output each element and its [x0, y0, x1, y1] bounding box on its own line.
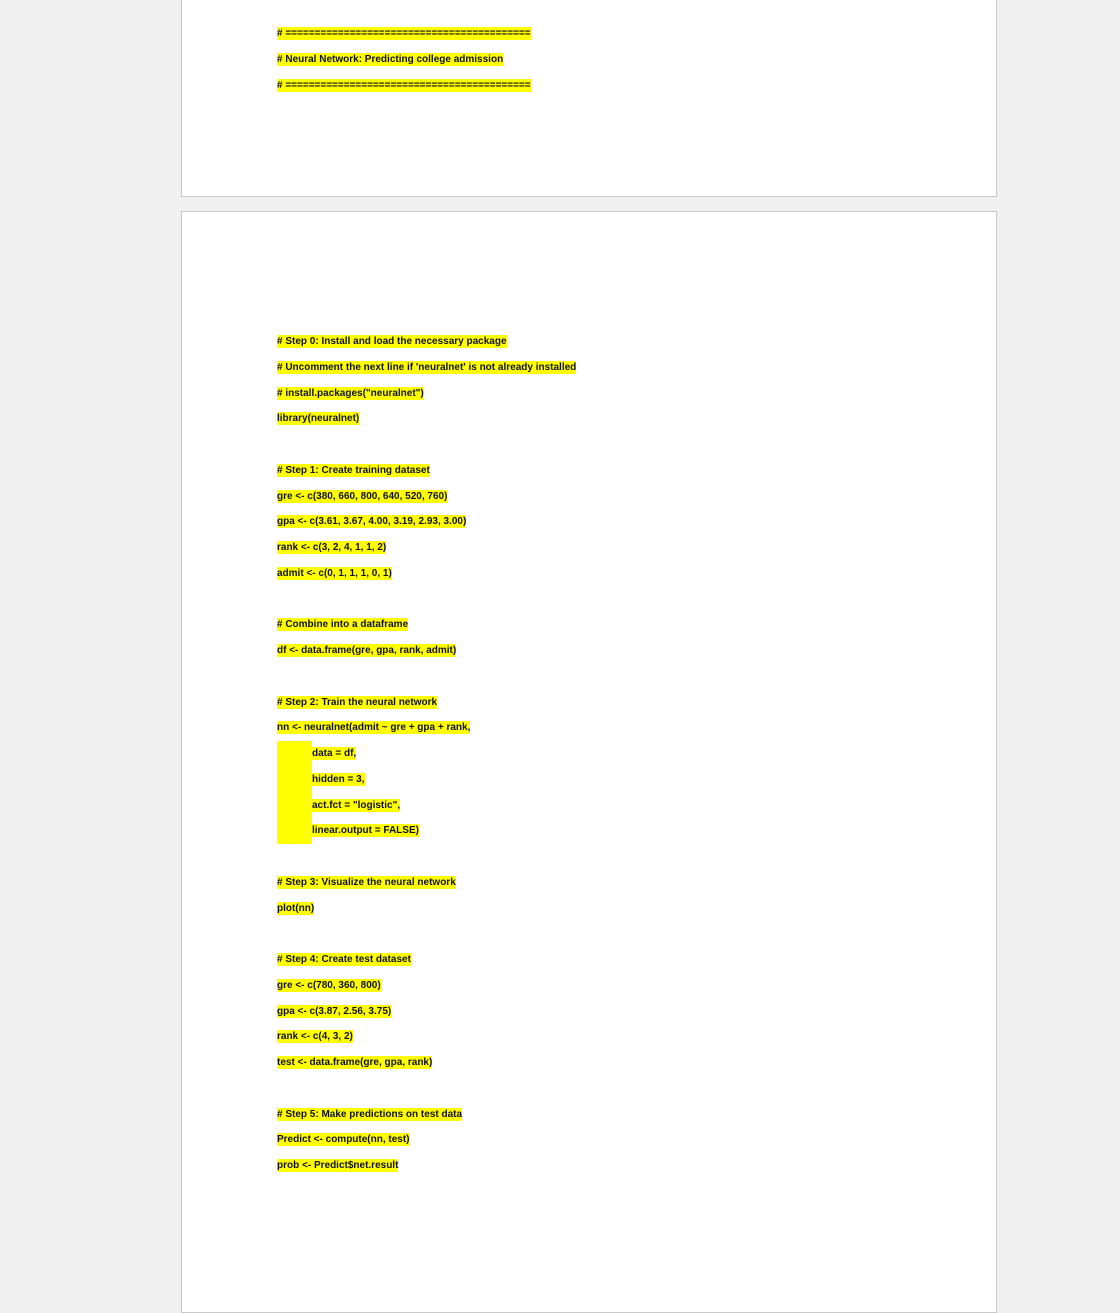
highlighted-text: # Step 0: Install and load the necessary… [277, 335, 507, 348]
code-line[interactable]: df <- data.frame(gre, gpa, rank, admit) [277, 638, 576, 664]
code-line[interactable]: # Step 4: Create test dataset [277, 947, 576, 973]
tab-indent [277, 766, 312, 793]
code-line[interactable]: library(neuralnet) [277, 406, 576, 432]
code-line[interactable]: # Step 0: Install and load the necessary… [277, 329, 576, 355]
highlighted-text: # install.packages("neuralnet") [277, 386, 424, 400]
highlighted-text: gpa <- c(3.87, 2.56, 3.75) [277, 1004, 392, 1018]
highlighted-text: # ======================================… [277, 78, 531, 92]
code-line[interactable]: test <- data.frame(gre, gpa, rank) [277, 1050, 576, 1076]
highlighted-text: gre <- c(380, 660, 800, 640, 520, 760) [277, 489, 448, 503]
highlighted-text: # Combine into a dataframe [277, 618, 409, 632]
code-line[interactable]: # Uncomment the next line if 'neuralnet'… [277, 355, 577, 381]
code-line[interactable]: act.fct = "logistic", [277, 792, 576, 819]
highlighted-text: hidden = 3, [312, 772, 365, 786]
highlighted-text: nn <- neuralnet(admit ~ gre + gpa + rank… [277, 721, 471, 735]
code-line[interactable] [277, 432, 576, 458]
code-line[interactable]: gre <- c(380, 660, 800, 640, 520, 760) [277, 484, 576, 510]
code-line[interactable] [277, 1076, 576, 1102]
tab-indent [277, 818, 312, 844]
highlighted-text: library(neuralnet) [277, 412, 360, 426]
code-line[interactable]: # Neural Network: Predicting college adm… [277, 47, 531, 73]
code-line[interactable]: # Step 2: Train the neural network [277, 690, 576, 716]
code-line[interactable]: plot(nn) [277, 896, 576, 922]
highlighted-text: prob <- Predict$net.result [277, 1159, 399, 1172]
code-line[interactable]: gpa <- c(3.87, 2.56, 3.75) [277, 999, 576, 1025]
code-line[interactable]: # Combine into a dataframe [277, 612, 576, 638]
code-line[interactable]: # install.packages("neuralnet") [277, 381, 576, 407]
code-line[interactable]: gre <- c(780, 360, 800) [277, 973, 576, 999]
highlighted-text: Predict <- compute(nn, test) [277, 1133, 410, 1147]
highlighted-text: linear.output = FALSE) [312, 824, 419, 838]
code-line[interactable]: # Step 1: Create training dataset [277, 458, 576, 484]
code-line[interactable]: rank <- c(4, 3, 2) [277, 1024, 576, 1050]
highlighted-text: # Step 3: Visualize the neural network [277, 875, 456, 889]
document-page-2: # Step 0: Install and load the necessary… [181, 211, 997, 1313]
code-line[interactable] [277, 587, 576, 613]
code-line[interactable]: # Step 5: Make predictions on test data [277, 1102, 576, 1128]
code-line[interactable]: hidden = 3, [277, 766, 576, 793]
code-line[interactable]: # ======================================… [277, 21, 531, 47]
highlighted-text: gre <- c(780, 360, 800) [277, 978, 381, 992]
highlighted-text: rank <- c(4, 3, 2) [277, 1030, 353, 1044]
tab-indent [277, 792, 312, 819]
code-line[interactable]: gpa <- c(3.61, 3.67, 4.00, 3.19, 2.93, 3… [277, 509, 576, 535]
highlighted-text: # Step 2: Train the neural network [277, 695, 438, 709]
code-line[interactable]: prob <- Predict$net.result [277, 1153, 576, 1179]
code-line[interactable] [277, 844, 576, 870]
code-line[interactable] [277, 664, 576, 690]
code-line[interactable]: # ======================================… [277, 73, 531, 99]
highlighted-text: # Step 4: Create test dataset [277, 953, 411, 966]
highlighted-text: admit <- c(0, 1, 1, 1, 0, 1) [277, 566, 392, 580]
highlighted-text: plot(nn) [277, 901, 315, 915]
code-line[interactable]: Predict <- compute(nn, test) [277, 1127, 576, 1153]
tab-indent [277, 741, 312, 767]
highlighted-text: act.fct = "logistic", [312, 798, 401, 812]
highlighted-text: # Step 1: Create training dataset [277, 463, 430, 477]
highlighted-text: # Neural Network: Predicting college adm… [277, 52, 504, 66]
highlighted-text: df <- data.frame(gre, gpa, rank, admit) [277, 644, 457, 657]
highlighted-text: gpa <- c(3.61, 3.67, 4.00, 3.19, 2.93, 3… [277, 515, 467, 529]
code-line[interactable]: rank <- c(3, 2, 4, 1, 1, 2) [277, 535, 576, 561]
code-line[interactable]: nn <- neuralnet(admit ~ gre + gpa + rank… [277, 715, 576, 741]
code-line[interactable]: linear.output = FALSE) [277, 818, 576, 844]
highlighted-text: test <- data.frame(gre, gpa, rank) [277, 1056, 433, 1069]
code-line[interactable]: # Step 3: Visualize the neural network [277, 870, 576, 896]
highlighted-text: data = df, [312, 747, 357, 760]
code-line[interactable] [277, 921, 576, 947]
code-line[interactable]: admit <- c(0, 1, 1, 1, 0, 1) [277, 561, 576, 587]
code-line[interactable]: data = df, [277, 741, 576, 767]
document-page-1: # ======================================… [181, 0, 997, 197]
highlighted-text: # Uncomment the next line if 'neuralnet'… [277, 360, 577, 374]
page-2-text[interactable]: # Step 0: Install and load the necessary… [277, 329, 577, 1179]
highlighted-text: # Step 5: Make predictions on test data [277, 1107, 463, 1121]
page-1-text[interactable]: # ======================================… [277, 21, 531, 98]
highlighted-text: # ======================================… [277, 27, 531, 40]
highlighted-text: rank <- c(3, 2, 4, 1, 1, 2) [277, 541, 387, 554]
